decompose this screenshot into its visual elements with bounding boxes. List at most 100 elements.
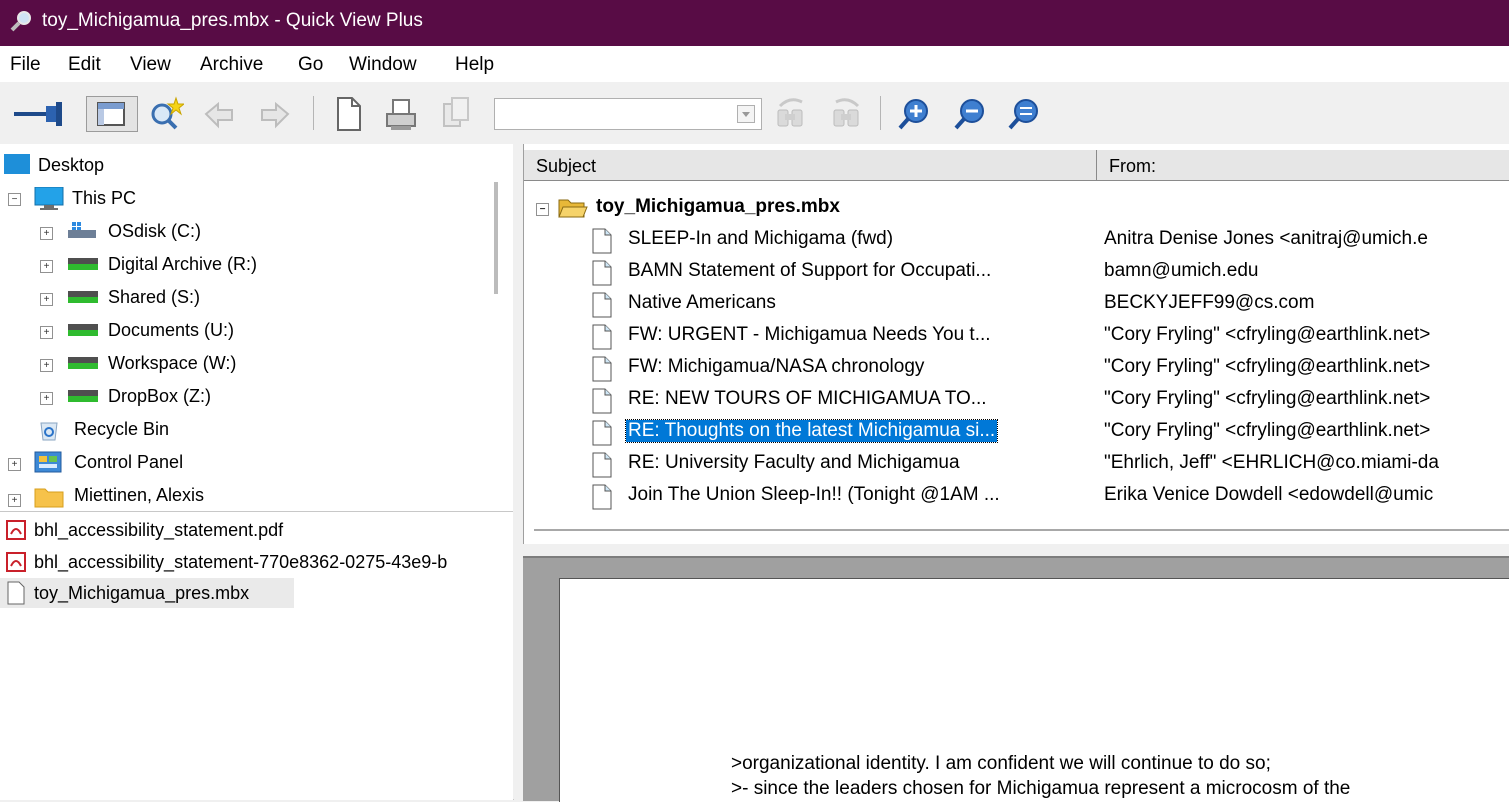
tree-item-label: Recycle Bin	[74, 419, 170, 439]
open-folder-icon	[558, 199, 588, 218]
folder-tree: Desktop − This PC + OSdisk (C:) + Digita…	[0, 144, 514, 511]
view-panel-icon[interactable]	[86, 96, 138, 132]
file-name: bhl_accessibility_statement-770e8362-027…	[34, 552, 448, 572]
zoom-in-icon[interactable]	[896, 96, 932, 132]
message-row[interactable]: BAMN Statement of Support for Occupati..…	[524, 256, 1509, 288]
message-icon	[592, 324, 612, 350]
collapse-icon[interactable]: −	[8, 193, 21, 206]
message-subject: RE: NEW TOURS OF MICHIGAMUA TO...	[628, 388, 987, 409]
search-next-icon[interactable]	[826, 96, 868, 132]
message-subject: SLEEP-In and Michigama (fwd)	[628, 228, 894, 249]
pdf-file-icon	[6, 552, 26, 572]
message-row-selected[interactable]: RE: Thoughts on the latest Michigamua si…	[524, 416, 1509, 448]
menu-window[interactable]: Window	[349, 54, 417, 76]
tree-item-label: This PC	[72, 188, 137, 208]
back-icon[interactable]	[200, 96, 236, 132]
menu-help[interactable]: Help	[455, 54, 494, 76]
message-subject: RE: University Faculty and Michigamua	[628, 452, 960, 473]
expand-icon[interactable]: +	[40, 326, 53, 339]
message-icon	[592, 228, 612, 254]
network-drive-icon	[68, 291, 98, 303]
pane-splitter[interactable]	[513, 144, 523, 799]
message-subject: Join The Union Sleep-In!! (Tonight @1AM …	[628, 484, 1000, 505]
pin-icon[interactable]	[12, 96, 74, 132]
message-icon	[592, 292, 612, 318]
chevron-down-icon[interactable]	[737, 105, 755, 123]
preview-page: >organizational identity. I am confident…	[559, 578, 1509, 802]
title-bar: toy_Michigamua_pres.mbx - Quick View Plu…	[0, 0, 1509, 46]
mailbox-name: toy_Michigamua_pres.mbx	[596, 196, 840, 217]
copy-icon[interactable]	[438, 96, 474, 132]
print-icon[interactable]	[383, 96, 419, 132]
message-row[interactable]: RE: NEW TOURS OF MICHIGAMUA TO... "Cory …	[524, 384, 1509, 416]
message-from: Erika Venice Dowdell <edowdell@umic	[1104, 484, 1434, 505]
forward-icon[interactable]	[258, 96, 294, 132]
column-header-from[interactable]: From:	[1097, 150, 1509, 181]
zoom-out-icon[interactable]	[952, 96, 988, 132]
tree-item-label: Shared (S:)	[108, 287, 201, 307]
message-row[interactable]: Join The Union Sleep-In!! (Tonight @1AM …	[524, 480, 1509, 512]
menu-archive[interactable]: Archive	[200, 54, 263, 76]
preview-line: >organizational identity. I am confident…	[731, 753, 1271, 774]
pdf-file-icon	[6, 520, 26, 540]
message-from: "Cory Fryling" <cfryling@earthlink.net>	[1104, 420, 1431, 441]
file-item[interactable]: bhl_accessibility_statement-770e8362-027…	[0, 547, 513, 577]
tree-item-label: Control Panel	[74, 452, 184, 472]
tree-item-label: DropBox (Z:)	[108, 386, 212, 406]
message-icon	[592, 452, 612, 478]
collapse-icon[interactable]: −	[536, 203, 549, 216]
message-icon	[592, 260, 612, 286]
column-header-subject[interactable]: Subject	[524, 150, 1097, 181]
tree-item-label: Workspace (W:)	[108, 353, 237, 373]
expand-icon[interactable]: +	[40, 359, 53, 372]
message-list: Subject From: − toy_Michigamua_pres.mbx …	[523, 144, 1509, 544]
message-from: "Cory Fryling" <cfryling@earthlink.net>	[1104, 388, 1431, 409]
message-from: BECKYJEFF99@cs.com	[1104, 292, 1315, 313]
message-row[interactable]: FW: URGENT - Michigamua Needs You t... "…	[524, 320, 1509, 352]
menu-file[interactable]: File	[10, 54, 41, 76]
document-icon	[7, 581, 25, 605]
computer-icon	[34, 187, 64, 210]
preview-line: >- since the leaders chosen for Michigam…	[731, 778, 1351, 799]
find-star-icon[interactable]	[148, 96, 184, 132]
folder-icon	[34, 488, 64, 508]
new-page-icon[interactable]	[330, 96, 366, 132]
message-row[interactable]: FW: Michigamua/NASA chronology "Cory Fry…	[524, 352, 1509, 384]
toolbar	[0, 82, 1509, 145]
message-subject: FW: URGENT - Michigamua Needs You t...	[628, 324, 991, 345]
expand-icon[interactable]: +	[8, 458, 21, 471]
menu-edit[interactable]: Edit	[68, 54, 101, 76]
message-subject: Native Americans	[628, 292, 776, 313]
message-from: "Cory Fryling" <cfryling@earthlink.net>	[1104, 324, 1431, 345]
tree-item-label: Desktop	[38, 155, 105, 175]
network-drive-icon	[68, 324, 98, 336]
menu-view[interactable]: View	[130, 54, 171, 76]
horizontal-scrollbar[interactable]	[534, 529, 1509, 531]
search-prev-icon[interactable]	[770, 96, 812, 132]
expand-icon[interactable]: +	[40, 260, 53, 273]
search-combo[interactable]	[494, 98, 762, 130]
menu-go[interactable]: Go	[298, 54, 323, 76]
message-row[interactable]: RE: University Faculty and Michigamua "E…	[524, 448, 1509, 480]
tree-scrollbar-thumb[interactable]	[494, 182, 498, 294]
window-title: toy_Michigamua_pres.mbx - Quick View Plu…	[42, 10, 423, 31]
message-from: bamn@umich.edu	[1104, 260, 1259, 281]
file-list: bhl_accessibility_statement.pdf bhl_acce…	[0, 511, 514, 800]
zoom-fit-icon[interactable]	[1006, 96, 1042, 132]
menu-bar: File Edit View Archive Go Window Help	[0, 46, 1509, 82]
message-subject: FW: Michigamua/NASA chronology	[628, 356, 925, 377]
expand-icon[interactable]: +	[40, 227, 53, 240]
tree-item-label: Miettinen, Alexis	[74, 485, 205, 505]
expand-icon[interactable]: +	[8, 494, 21, 507]
file-item-selected[interactable]: toy_Michigamua_pres.mbx	[0, 578, 294, 608]
message-icon	[592, 388, 612, 414]
preview-pane: >organizational identity. I am confident…	[523, 556, 1509, 802]
tree-item-label: OSdisk (C:)	[108, 221, 202, 241]
expand-icon[interactable]: +	[40, 392, 53, 405]
control-panel-icon	[34, 451, 62, 473]
expand-icon[interactable]: +	[40, 293, 53, 306]
toolbar-separator	[313, 96, 314, 130]
message-row[interactable]: SLEEP-In and Michigama (fwd) Anitra Deni…	[524, 224, 1509, 256]
file-item[interactable]: bhl_accessibility_statement.pdf	[0, 515, 513, 545]
message-row[interactable]: Native Americans BECKYJEFF99@cs.com	[524, 288, 1509, 320]
